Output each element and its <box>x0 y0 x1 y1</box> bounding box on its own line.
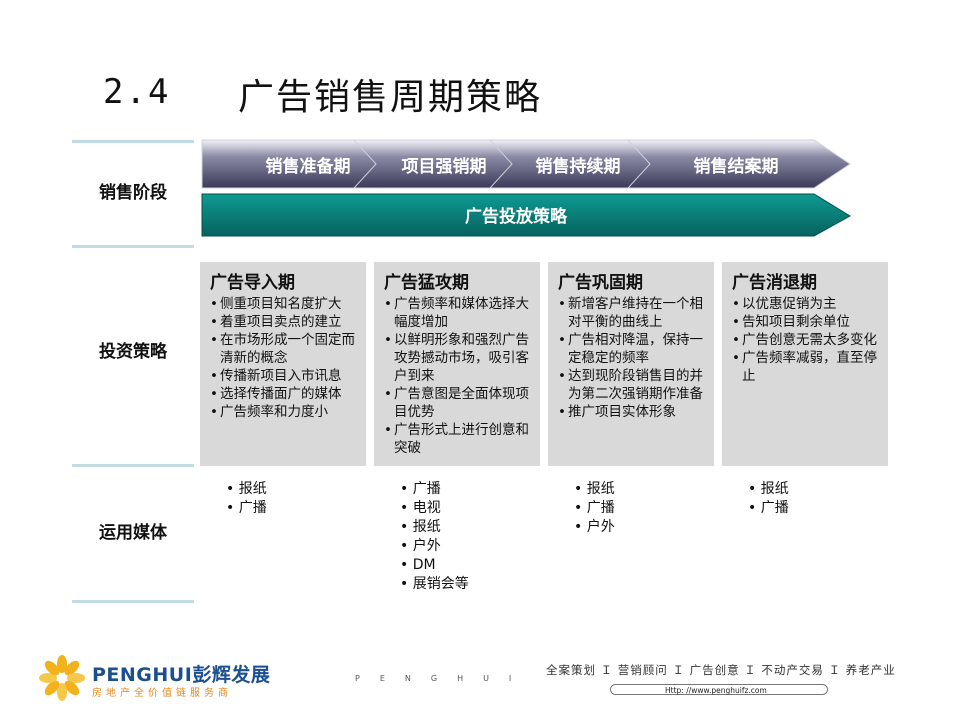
list-item: 广告形式上进行创意和突破 <box>384 421 534 457</box>
strategy-list: 侧重项目知名度扩大 着重项目卖点的建立 在市场形成一个固定而清新的概念 传播新项… <box>210 295 360 421</box>
website-url-bar[interactable]: Http: //www.penghuifz.com <box>610 684 828 695</box>
ad-strategy-bar-label: 广告投放策略 <box>465 206 568 227</box>
list-item: 传播新项目入市讯息 <box>210 367 360 385</box>
website-url[interactable]: Http: //www.penghuifz.com <box>665 686 767 695</box>
divider-rule <box>72 464 194 467</box>
penghui-logo-icon <box>39 655 85 701</box>
list-item: 广告意图是全面体现项目优势 <box>384 385 534 421</box>
list-item: 广播 <box>390 480 540 499</box>
row-label-media: 运用媒体 <box>99 523 167 543</box>
strategy-heading: 广告猛攻期 <box>384 273 469 293</box>
media-column-3: 报纸 广播 户外 <box>564 480 714 537</box>
stage-label-2: 项目强销期 <box>402 156 487 177</box>
strategy-column-1: 广告导入期 侧重项目知名度扩大 着重项目卖点的建立 在市场形成一个固定而清新的概… <box>200 262 366 466</box>
strategy-list: 以优惠促销为主 告知项目剩余单位 广告创意无需太多变化 广告频率减弱，直至停止 <box>732 295 882 385</box>
list-item: DM <box>390 556 540 575</box>
brand-name: PENGHUI彭辉发展 <box>92 660 270 687</box>
strategy-list: 新增客户维持在一个相对平衡的曲线上 广告相对降温，保持一定稳定的频率 达到现阶段… <box>558 295 708 421</box>
list-item: 电视 <box>390 499 540 518</box>
section-number: 2.4 <box>103 72 171 112</box>
list-item: 户外 <box>390 537 540 556</box>
media-column-2: 广播 电视 报纸 户外 DM 展销会等 <box>390 480 540 594</box>
media-column-1: 报纸 广播 <box>216 480 366 518</box>
services-list: 全案策划 Ｉ 营销顾问 Ｉ 广告创意 Ｉ 不动产交易 Ｉ 养老产业 <box>546 663 896 677</box>
list-item: 广播 <box>738 499 888 518</box>
strategy-heading: 广告导入期 <box>210 273 295 293</box>
stage-label-4: 销售结案期 <box>694 156 779 177</box>
stage-label-3: 销售持续期 <box>536 156 621 177</box>
row-label-investment: 投资策略 <box>99 342 167 362</box>
section-title: 广告销售周期策略 <box>238 77 543 118</box>
list-item: 广播 <box>216 499 366 518</box>
list-item: 报纸 <box>564 480 714 499</box>
stage-label-1: 销售准备期 <box>266 156 351 177</box>
list-item: 以鲜明形象和强烈广告攻势撼动市场，吸引客户到来 <box>384 331 534 385</box>
list-item: 推广项目实体形象 <box>558 403 708 421</box>
brand-name-en: PENGHUI <box>92 664 193 686</box>
list-item: 着重项目卖点的建立 <box>210 313 360 331</box>
list-item: 达到现阶段销售目的并为第二次强销期作准备 <box>558 367 708 403</box>
row-label-sales-stage: 销售阶段 <box>99 183 167 203</box>
list-item: 告知项目剩余单位 <box>732 313 882 331</box>
list-item: 以优惠促销为主 <box>732 295 882 313</box>
list-item: 报纸 <box>216 480 366 499</box>
divider-rule <box>72 140 194 143</box>
list-item: 侧重项目知名度扩大 <box>210 295 360 313</box>
list-item: 新增客户维持在一个相对平衡的曲线上 <box>558 295 708 331</box>
list-item: 在市场形成一个固定而清新的概念 <box>210 331 360 367</box>
list-item: 选择传播面广的媒体 <box>210 385 360 403</box>
list-item: 户外 <box>564 518 714 537</box>
strategy-column-3: 广告巩固期 新增客户维持在一个相对平衡的曲线上 广告相对降温，保持一定稳定的频率… <box>548 262 714 466</box>
list-item: 广告频率和媒体选择大幅度增加 <box>384 295 534 331</box>
stage-diagram: 销售准备期 项目强销期 销售持续期 销售结案期 广告投放策略 <box>201 139 851 237</box>
list-item: 展销会等 <box>390 575 540 594</box>
strategy-column-4: 广告消退期 以优惠促销为主 告知项目剩余单位 广告创意无需太多变化 广告频率减弱… <box>722 262 888 466</box>
list-item: 广告频率减弱，直至停止 <box>732 349 882 385</box>
strategy-list: 广告频率和媒体选择大幅度增加 以鲜明形象和强烈广告攻势撼动市场，吸引客户到来 广… <box>384 295 534 457</box>
divider-rule <box>72 245 194 248</box>
list-item: 报纸 <box>738 480 888 499</box>
list-item: 广播 <box>564 499 714 518</box>
brand-name-cn: 彭辉发展 <box>192 664 271 686</box>
footer-spaced-text: PENGHUI <box>355 674 532 683</box>
strategy-column-2: 广告猛攻期 广告频率和媒体选择大幅度增加 以鲜明形象和强烈广告攻势撼动市场，吸引… <box>374 262 540 466</box>
strategy-heading: 广告消退期 <box>732 273 817 293</box>
slide-title: 2.4 广告销售周期策略 <box>0 0 960 120</box>
list-item: 广告相对降温，保持一定稳定的频率 <box>558 331 708 367</box>
strategy-heading: 广告巩固期 <box>558 273 643 293</box>
list-item: 报纸 <box>390 518 540 537</box>
media-column-4: 报纸 广播 <box>738 480 888 518</box>
list-item: 广告频率和力度小 <box>210 403 360 421</box>
list-item: 广告创意无需太多变化 <box>732 331 882 349</box>
brand-slogan: 房地产全价值链服务商 <box>92 688 232 699</box>
divider-rule <box>72 600 194 603</box>
